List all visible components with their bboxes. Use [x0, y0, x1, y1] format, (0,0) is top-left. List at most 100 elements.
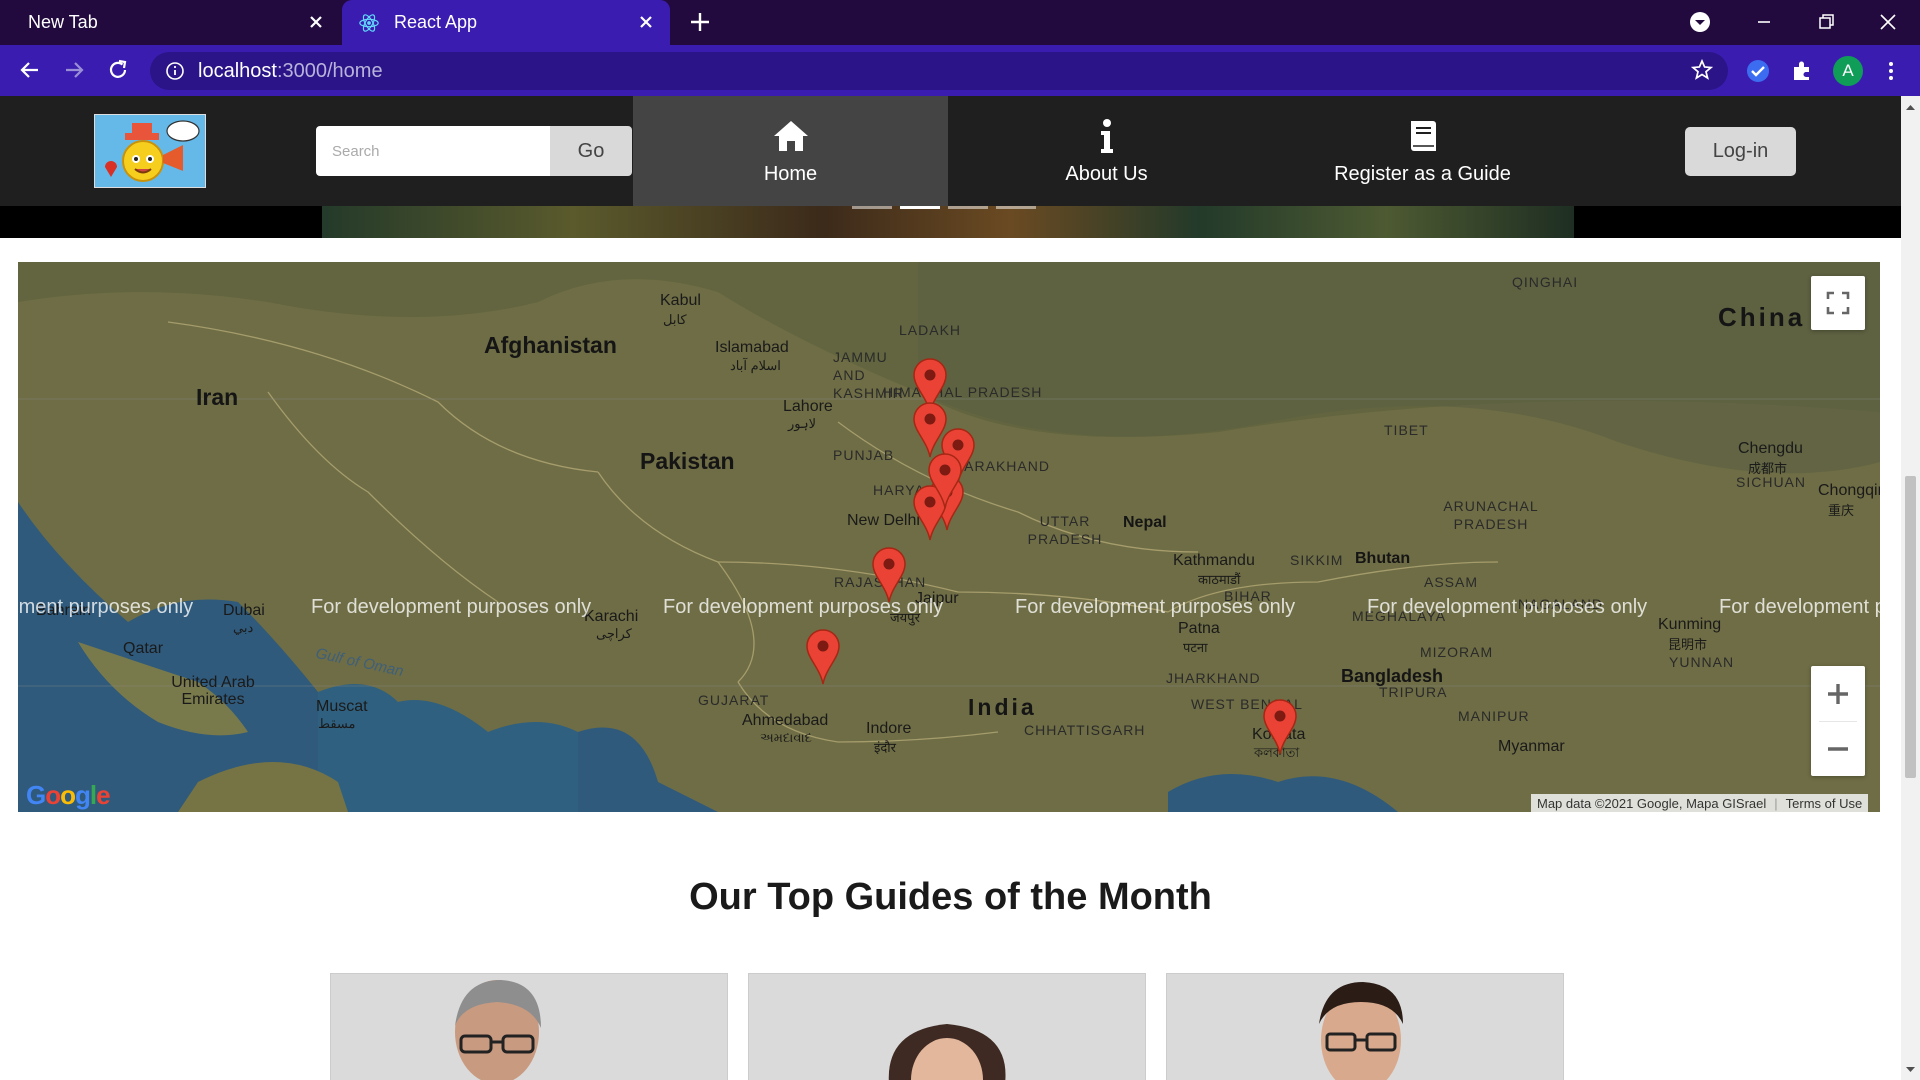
profile-avatar[interactable]: A [1833, 56, 1863, 86]
map-label: LADAKH [899, 322, 962, 338]
map-marker[interactable] [1261, 698, 1299, 756]
close-window-icon[interactable] [1874, 8, 1902, 36]
carousel-indicator[interactable] [996, 206, 1036, 209]
close-icon[interactable] [306, 12, 326, 32]
map-label: Dubai [223, 602, 265, 619]
guide-card[interactable] [330, 973, 728, 1080]
restore-icon[interactable] [1812, 8, 1840, 36]
map-marker[interactable] [804, 628, 842, 686]
logo-mascot-image [95, 115, 205, 187]
carousel-indicator[interactable] [900, 206, 940, 209]
guide-photo [749, 974, 1145, 1080]
map-label: MANIPUR [1458, 708, 1530, 724]
kebab-menu-icon[interactable] [1878, 58, 1904, 84]
map-label: India [968, 694, 1037, 720]
guide-photo [1167, 974, 1563, 1080]
map-attribution: Map data ©2021 Google, Mapa GISrael | Te… [1531, 794, 1869, 812]
dev-watermark-text: For development purposes only [1015, 596, 1296, 618]
map-label: Karachi [584, 608, 639, 625]
dev-watermark-text: For development purposes only [1719, 596, 1880, 618]
attribution-separator: | [1774, 795, 1778, 811]
plus-icon [1828, 683, 1848, 704]
extension-puzzle-icon[interactable] [1789, 58, 1815, 84]
scrollbar-thumb[interactable] [1905, 476, 1916, 778]
minimize-icon[interactable] [1750, 8, 1778, 36]
home-icon [773, 120, 808, 151]
minus-icon [1828, 746, 1848, 751]
carousel-indicators [852, 206, 1036, 209]
google-logo[interactable]: Google [26, 780, 111, 811]
star-icon[interactable] [1690, 58, 1714, 82]
zoom-control [1811, 666, 1865, 776]
nav-home[interactable]: Home [633, 96, 948, 206]
map-label: ARUNACHAL PRADESH [1443, 498, 1539, 532]
map-label: GUJARAT [698, 692, 770, 708]
dev-watermark-text: For development purposes only [1367, 596, 1648, 618]
map-marker[interactable] [926, 452, 964, 510]
address-bar[interactable]: localhost:3000/home [150, 52, 1728, 90]
url-host: localhost [198, 59, 277, 82]
browser-toolbar: localhost:3000/home A [0, 45, 1920, 96]
guide-card[interactable] [1166, 973, 1564, 1080]
book-icon [1410, 120, 1436, 151]
map-label: Iran [196, 384, 239, 410]
scroll-down-arrow-icon[interactable] [1905, 1064, 1916, 1075]
back-arrow-icon[interactable] [17, 57, 43, 83]
browser-tab-strip: New Tab React App [0, 0, 1920, 45]
site-navbar: Go Home About Us Register as a Guide Log… [0, 96, 1901, 206]
map-label: Chengdu [1738, 440, 1803, 457]
map-label: Kabul [660, 292, 701, 309]
go-button[interactable]: Go [550, 126, 632, 176]
carousel-indicator[interactable] [948, 206, 988, 209]
fullscreen-button[interactable] [1811, 276, 1865, 330]
map-label: UTTAR PRADESH [1027, 513, 1103, 547]
terms-link[interactable]: Terms of Use [1786, 796, 1863, 811]
map-label: इंदौर [874, 740, 896, 755]
map-label: काठमाडौं [1198, 572, 1241, 587]
page-scrollbar[interactable] [1901, 96, 1920, 1080]
forward-arrow-icon[interactable] [61, 57, 87, 83]
info-icon[interactable] [165, 61, 185, 81]
extension-check-icon[interactable] [1745, 58, 1771, 84]
google-map[interactable]: QINGHAI China Kabul کابل Afghanistan Isl… [18, 262, 1880, 812]
map-label: MIZORAM [1420, 644, 1494, 660]
map-label: JHARKHAND [1166, 670, 1261, 686]
scroll-up-arrow-icon[interactable] [1905, 102, 1916, 113]
dev-watermark-text: For development purposes only [311, 596, 592, 618]
site-logo[interactable] [94, 114, 206, 188]
tab-new-tab[interactable]: New Tab [10, 0, 340, 45]
map-label: Muscat [316, 698, 368, 715]
map-label: Indore [866, 720, 912, 737]
new-tab-plus-icon[interactable] [688, 10, 712, 34]
map-label: مسقط [318, 716, 356, 731]
carousel-image [322, 206, 1574, 238]
map-label: United Arab Emirates [171, 674, 255, 708]
guide-card[interactable] [748, 973, 1146, 1080]
tab-react-app[interactable]: React App [342, 0, 670, 45]
guide-photo [331, 974, 727, 1080]
map-label: Myanmar [1498, 738, 1565, 755]
carousel-indicator[interactable] [852, 206, 892, 209]
url-text: localhost:3000/home [198, 60, 383, 83]
map-label: SIKKIM [1290, 552, 1344, 568]
login-button[interactable]: Log-in [1685, 127, 1796, 176]
map-terrain [18, 262, 1880, 812]
nav-register-guide[interactable]: Register as a Guide [1265, 96, 1580, 206]
zoom-divider [1819, 721, 1857, 722]
tab-search-icon[interactable] [1686, 8, 1714, 36]
nav-about-label: About Us [1065, 162, 1148, 185]
nav-about-us[interactable]: About Us [949, 96, 1264, 206]
map-label: PUNJAB [833, 447, 895, 463]
fullscreen-icon [1826, 291, 1850, 315]
tab-title: React App [394, 12, 478, 32]
reload-icon[interactable] [105, 57, 131, 83]
close-icon[interactable] [636, 12, 656, 32]
search-input[interactable] [316, 126, 550, 176]
zoom-out-button[interactable] [1811, 721, 1865, 776]
map-label: Nepal [1123, 514, 1167, 531]
zoom-in-button[interactable] [1811, 666, 1865, 721]
map-marker[interactable] [870, 546, 908, 604]
page-viewport: Go Home About Us Register as a Guide Log… [0, 96, 1901, 1080]
map-label: لاہور [788, 416, 817, 431]
dev-watermark-text: For development purposes only [18, 596, 194, 618]
